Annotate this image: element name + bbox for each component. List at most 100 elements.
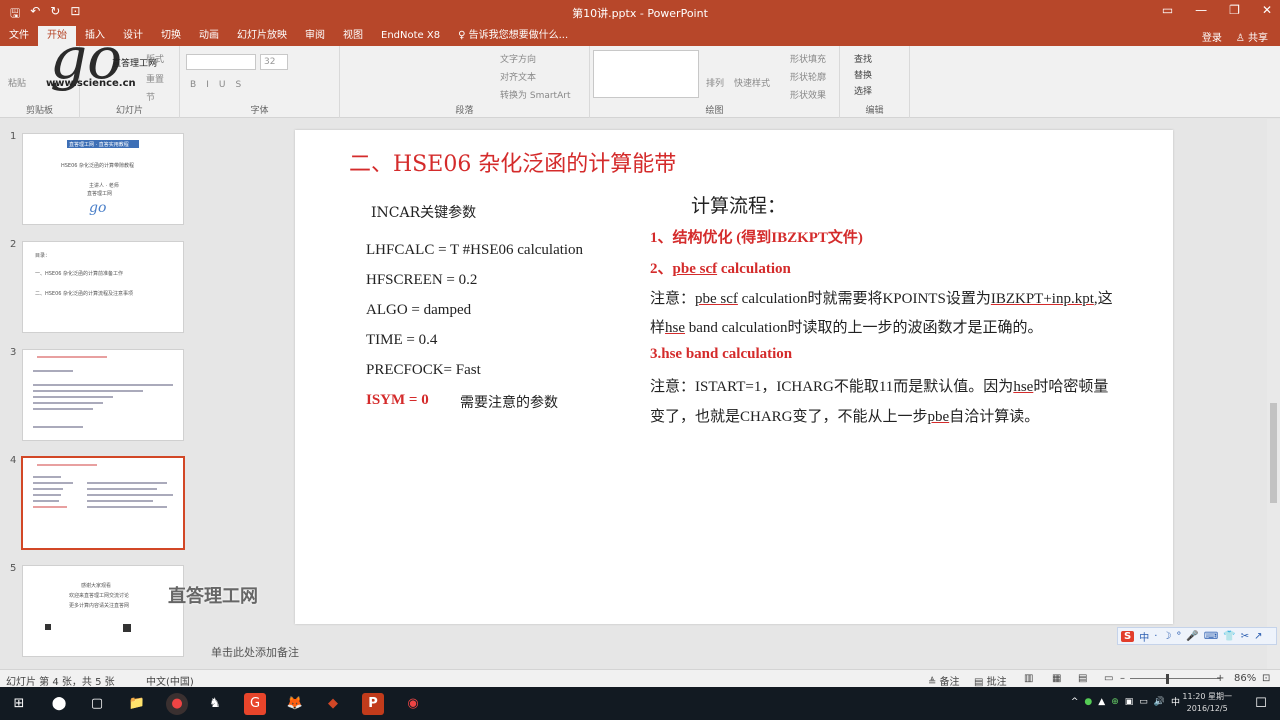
align-text-button[interactable]: 对齐文本 [500, 70, 536, 83]
tab-slideshow[interactable]: 幻灯片放映 [228, 26, 296, 46]
close-icon[interactable]: ✕ [1262, 3, 1272, 17]
text-direction-button[interactable]: 文字方向 [500, 52, 536, 65]
slide-thumbnail-1[interactable]: 直答理工网 · 直答实用教程 HSE06 杂化泛函的计算带隙教程 主讲人 · 老… [22, 133, 184, 225]
ime-degree-icon[interactable]: ° [1176, 631, 1181, 642]
shape-outline-button[interactable]: 形状轮廓 [790, 70, 826, 83]
restore-icon[interactable]: ❐ [1229, 3, 1240, 17]
zoom-slider[interactable] [1130, 678, 1220, 679]
flow-title: 计算流程： [691, 195, 787, 217]
tray-network-icon[interactable]: ▭ [1139, 697, 1148, 707]
app-circle-icon[interactable]: ◉ [402, 693, 424, 715]
tab-endnote[interactable]: EndNote X8 [372, 26, 449, 46]
slide-sorter-icon[interactable]: ▦ [1052, 673, 1061, 684]
zoom-out-icon[interactable]: – [1120, 673, 1125, 684]
slide-heading: 二、HSE06 杂化泛函的计算能带 [349, 152, 677, 177]
tell-me-box[interactable]: ♀ 告诉我您想要做什么... [449, 26, 577, 46]
note-1: 注意：pbe scf calculation时就需要将KPOINTS设置为IBZ… [650, 287, 1113, 308]
minimize-icon[interactable]: — [1195, 3, 1207, 17]
tab-review[interactable]: 审阅 [296, 26, 334, 46]
font-group: 32 BIUS 字体 [180, 46, 340, 118]
zoom-slider-knob[interactable] [1166, 674, 1169, 684]
shape-effects-button[interactable]: 形状效果 [790, 88, 826, 101]
app-cube-icon[interactable]: ◆ [322, 693, 344, 715]
quick-styles-button[interactable]: 快速样式 [734, 76, 770, 89]
step-2: 2、pbe scf calculation [650, 257, 791, 278]
font-style-buttons[interactable]: BIUS [190, 80, 251, 90]
system-tray: ^ ● ▲ ⊕ ▣ ▭ 🔊 中 [1071, 695, 1180, 709]
tray-ime-indicator[interactable]: 中 [1171, 695, 1180, 708]
tray-app-icon-2[interactable]: ▲ [1098, 697, 1105, 707]
tray-app-icon-4[interactable]: ▣ [1125, 697, 1134, 707]
comments-toggle[interactable]: ▤ 批注 [974, 673, 1007, 688]
drawing-group: 排列 快速样式 形状填充 形状轮廓 形状效果 绘图 [590, 46, 840, 118]
scrollbar-thumb[interactable] [1270, 403, 1277, 503]
note-1-d: IBZKPT+inp.kpt [990, 291, 1094, 307]
arrange-button[interactable]: 排列 [706, 76, 724, 89]
ime-chinese-mode[interactable]: 中 [1139, 629, 1149, 644]
zoom-level[interactable]: 86% [1234, 673, 1256, 684]
powerpoint-icon[interactable]: P [362, 693, 384, 715]
tray-app-icon-3[interactable]: ⊕ [1111, 697, 1119, 707]
fit-to-window-icon[interactable]: ⊡ [1262, 673, 1270, 684]
note-2-c: band calculation时读取的上一步的波函数才是正确的。 [685, 320, 1043, 336]
notes-placeholder[interactable]: 单击此处添加备注 [211, 644, 299, 660]
search-icon[interactable]: ⬤ [48, 693, 70, 715]
strikethrough-button[interactable]: S [235, 80, 251, 90]
tray-app-icon-1[interactable]: ● [1084, 697, 1092, 707]
slide-canvas[interactable]: 二、HSE06 杂化泛函的计算能带 INCAR关键参数 LHFCALC = T … [295, 130, 1173, 624]
ime-mic-icon[interactable]: 🎤 [1186, 631, 1198, 642]
font-name-input[interactable] [186, 54, 256, 70]
share-button[interactable]: ♙ 共享 [1236, 29, 1268, 44]
ime-keyboard-icon[interactable]: ⌨ [1204, 631, 1218, 642]
file-explorer-icon[interactable]: 📁 [126, 693, 148, 715]
app-g-icon[interactable]: G [244, 693, 266, 715]
bold-button[interactable]: B [190, 80, 206, 90]
find-button[interactable]: 查找 [854, 52, 872, 65]
notification-icon[interactable]: ☐ [1250, 693, 1272, 715]
ime-expand-icon[interactable]: ↗ [1254, 631, 1262, 642]
convert-smartart-button[interactable]: 转换为 SmartArt [500, 88, 570, 101]
ribbon-display-options-icon[interactable]: ▭ [1162, 3, 1173, 17]
zoom-in-icon[interactable]: + [1216, 673, 1224, 684]
tab-animations[interactable]: 动画 [190, 26, 228, 46]
chrome-icon[interactable]: ● [166, 693, 188, 715]
slide-thumbnail-2[interactable]: 目录： 一、HSE06 杂化泛函的计算前准备工作 二、HSE06 杂化泛函的计算… [22, 241, 184, 333]
ime-moon-icon[interactable]: ☽ [1162, 631, 1171, 642]
ime-toolbar[interactable]: S 中 · ☽ ° 🎤 ⌨ 👕 ✂ ↗ [1117, 627, 1277, 645]
language-indicator[interactable]: 中文(中国) [146, 673, 194, 688]
normal-view-icon[interactable]: ▥ [1024, 673, 1033, 684]
ime-punctuation-icon[interactable]: · [1154, 631, 1157, 642]
paste-button[interactable]: 粘贴 [8, 76, 26, 89]
param-lhfcalc: LHFCALC = T #HSE06 calculation [366, 242, 584, 258]
select-button[interactable]: 选择 [854, 84, 872, 97]
slideshow-view-icon[interactable]: ▭ [1104, 673, 1113, 684]
ime-skin-icon[interactable]: 👕 [1223, 631, 1235, 642]
italic-button[interactable]: I [206, 80, 219, 90]
thumb-5-line-3: 更多计算内容请关注直答网 [69, 603, 130, 609]
vertical-scrollbar[interactable] [1267, 119, 1280, 669]
underline-button[interactable]: U [219, 80, 236, 90]
clock[interactable]: 11:20 星期一 2016/12/5 [1182, 691, 1232, 715]
app-horse-icon[interactable]: ♞ [204, 693, 226, 715]
firefox-icon[interactable]: 🦊 [284, 693, 306, 715]
slide-thumbnail-3[interactable] [22, 349, 184, 441]
replace-button[interactable]: 替换 [854, 68, 872, 81]
reading-view-icon[interactable]: ▤ [1078, 673, 1087, 684]
task-view-icon[interactable]: ▢ [86, 693, 108, 715]
tray-expand-icon[interactable]: ^ [1071, 697, 1079, 707]
tray-volume-icon[interactable]: 🔊 [1154, 697, 1165, 707]
tab-view[interactable]: 视图 [334, 26, 372, 46]
font-size-input[interactable]: 32 [260, 54, 288, 70]
shape-fill-button[interactable]: 形状填充 [790, 52, 826, 65]
sogou-logo-icon[interactable]: S [1121, 630, 1135, 642]
slide-thumbnail-4[interactable] [21, 456, 185, 550]
slide-thumbnail-5[interactable]: 感谢大家观看 欢迎来直答理工网交流讨论 更多计算内容请关注直答网 [22, 565, 184, 657]
isym-note: 需要注意的参数 [460, 395, 558, 411]
ime-tools-icon[interactable]: ✂ [1241, 631, 1249, 642]
notes-toggle[interactable]: ≜ 备注 [928, 673, 960, 688]
slide-counter: 幻灯片 第 4 张，共 5 张 [6, 677, 115, 688]
start-icon[interactable]: ⊞ [8, 693, 30, 715]
thumb-2-line-1: 目录： [35, 253, 51, 259]
shapes-gallery[interactable] [593, 50, 699, 98]
login-link[interactable]: 登录 [1202, 29, 1222, 44]
